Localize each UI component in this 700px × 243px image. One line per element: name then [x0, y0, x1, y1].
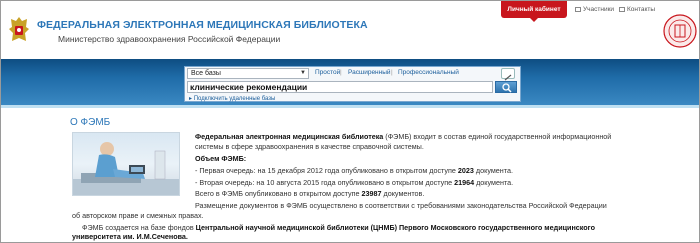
- intro-paragraph-line1: Федеральная электронная медицинская библ…: [195, 132, 611, 141]
- contacts-link[interactable]: Контакты: [619, 6, 655, 13]
- page: ФЕДЕРАЛЬНАЯ ЭЛЕКТРОННАЯ МЕДИЦИНСКАЯ БИБЛ…: [0, 0, 700, 243]
- queue1-suffix: документа.: [473, 166, 513, 175]
- basis-line1: ФЭМБ создается на базе фондов Центрально…: [82, 223, 595, 232]
- intro-rest: (ФЭМБ) входит в состав единой государств…: [383, 132, 612, 141]
- site-subtitle: Министерство здравоохранения Российской …: [58, 34, 281, 44]
- keyboard-icon[interactable]: [501, 68, 515, 81]
- library-emblem-icon: [663, 14, 697, 48]
- basis-institution: Центральной научной медицинской библиоте…: [195, 223, 595, 232]
- queue1-text: - Первая очередь: на 15 декабря 2012 год…: [195, 166, 458, 175]
- total-count: 23987: [361, 189, 382, 198]
- search-input[interactable]: клинические рекомендации: [187, 81, 493, 93]
- volume-label: Объем ФЭМБ:: [195, 154, 247, 163]
- mode-separator: |: [391, 69, 393, 76]
- basis-line2: университета им. И.М.Сеченова.: [72, 232, 188, 241]
- volume-heading: Объем ФЭМБ:: [195, 154, 246, 163]
- section-title: О ФЭМБ: [70, 117, 111, 128]
- mode-advanced-tab[interactable]: Расширенный: [348, 69, 391, 76]
- personal-cabinet-button[interactable]: Личный кабинет: [501, 1, 567, 22]
- site-header: ФЕДЕРАЛЬНАЯ ЭЛЕКТРОННАЯ МЕДИЦИНСКАЯ БИБЛ…: [1, 1, 699, 59]
- queue2-suffix: документа.: [474, 178, 514, 187]
- queue2-text: - Вторая очередь: на 10 августа 2015 год…: [195, 178, 455, 187]
- database-select[interactable]: Все базы ▼: [187, 68, 309, 79]
- queue1-line: - Первая очередь: на 15 декабря 2012 год…: [195, 166, 513, 175]
- connect-remote-bases-link[interactable]: ▸ Подключить удаленные базы: [189, 95, 275, 102]
- chevron-down-icon: ▼: [300, 70, 306, 76]
- queue2-count: 21964: [454, 178, 475, 187]
- band-divider: [1, 105, 699, 108]
- participants-link[interactable]: Участники: [575, 6, 614, 13]
- connect-remote-bases-label: Подключить удаленные базы: [193, 96, 276, 102]
- queue2-line: - Вторая очередь: на 10 августа 2015 год…: [195, 178, 513, 187]
- participants-link-label: Участники: [583, 6, 615, 13]
- coat-of-arms-icon: [9, 17, 29, 41]
- total-line: Всего в ФЭМБ опубликовано в открытом дос…: [195, 189, 424, 198]
- database-select-value: Все базы: [191, 70, 221, 77]
- envelope-icon: [619, 6, 625, 12]
- basis-university: университета им. И.М.Сеченова.: [72, 232, 188, 241]
- mode-separator: |: [340, 69, 342, 76]
- search-icon: [502, 83, 512, 93]
- people-icon: [575, 6, 581, 12]
- mode-professional-tab[interactable]: Профессиональный: [398, 69, 459, 76]
- basis-text: ФЭМБ создается на базе фондов: [82, 223, 196, 232]
- rights-line2: об авторском праве и смежных правах.: [72, 211, 204, 220]
- rights-line1: Размещение документов в ФЭМБ осуществлен…: [195, 201, 607, 210]
- library-name: Федеральная электронная медицинская библ…: [195, 132, 384, 141]
- search-button[interactable]: [495, 81, 517, 93]
- intro-paragraph-line2: системы в сфере здравоохранения в качест…: [195, 142, 424, 151]
- site-title[interactable]: ФЕДЕРАЛЬНАЯ ЭЛЕКТРОННАЯ МЕДИЦИНСКАЯ БИБЛ…: [37, 19, 368, 31]
- mode-simple-tab[interactable]: Простой: [315, 69, 340, 76]
- total-suffix: документов.: [381, 189, 425, 198]
- contacts-link-label: Контакты: [627, 6, 656, 13]
- queue1-count: 2023: [457, 166, 474, 175]
- total-text: Всего в ФЭМБ опубликовано в открытом дос…: [195, 189, 362, 198]
- doctor-photo: [72, 132, 180, 196]
